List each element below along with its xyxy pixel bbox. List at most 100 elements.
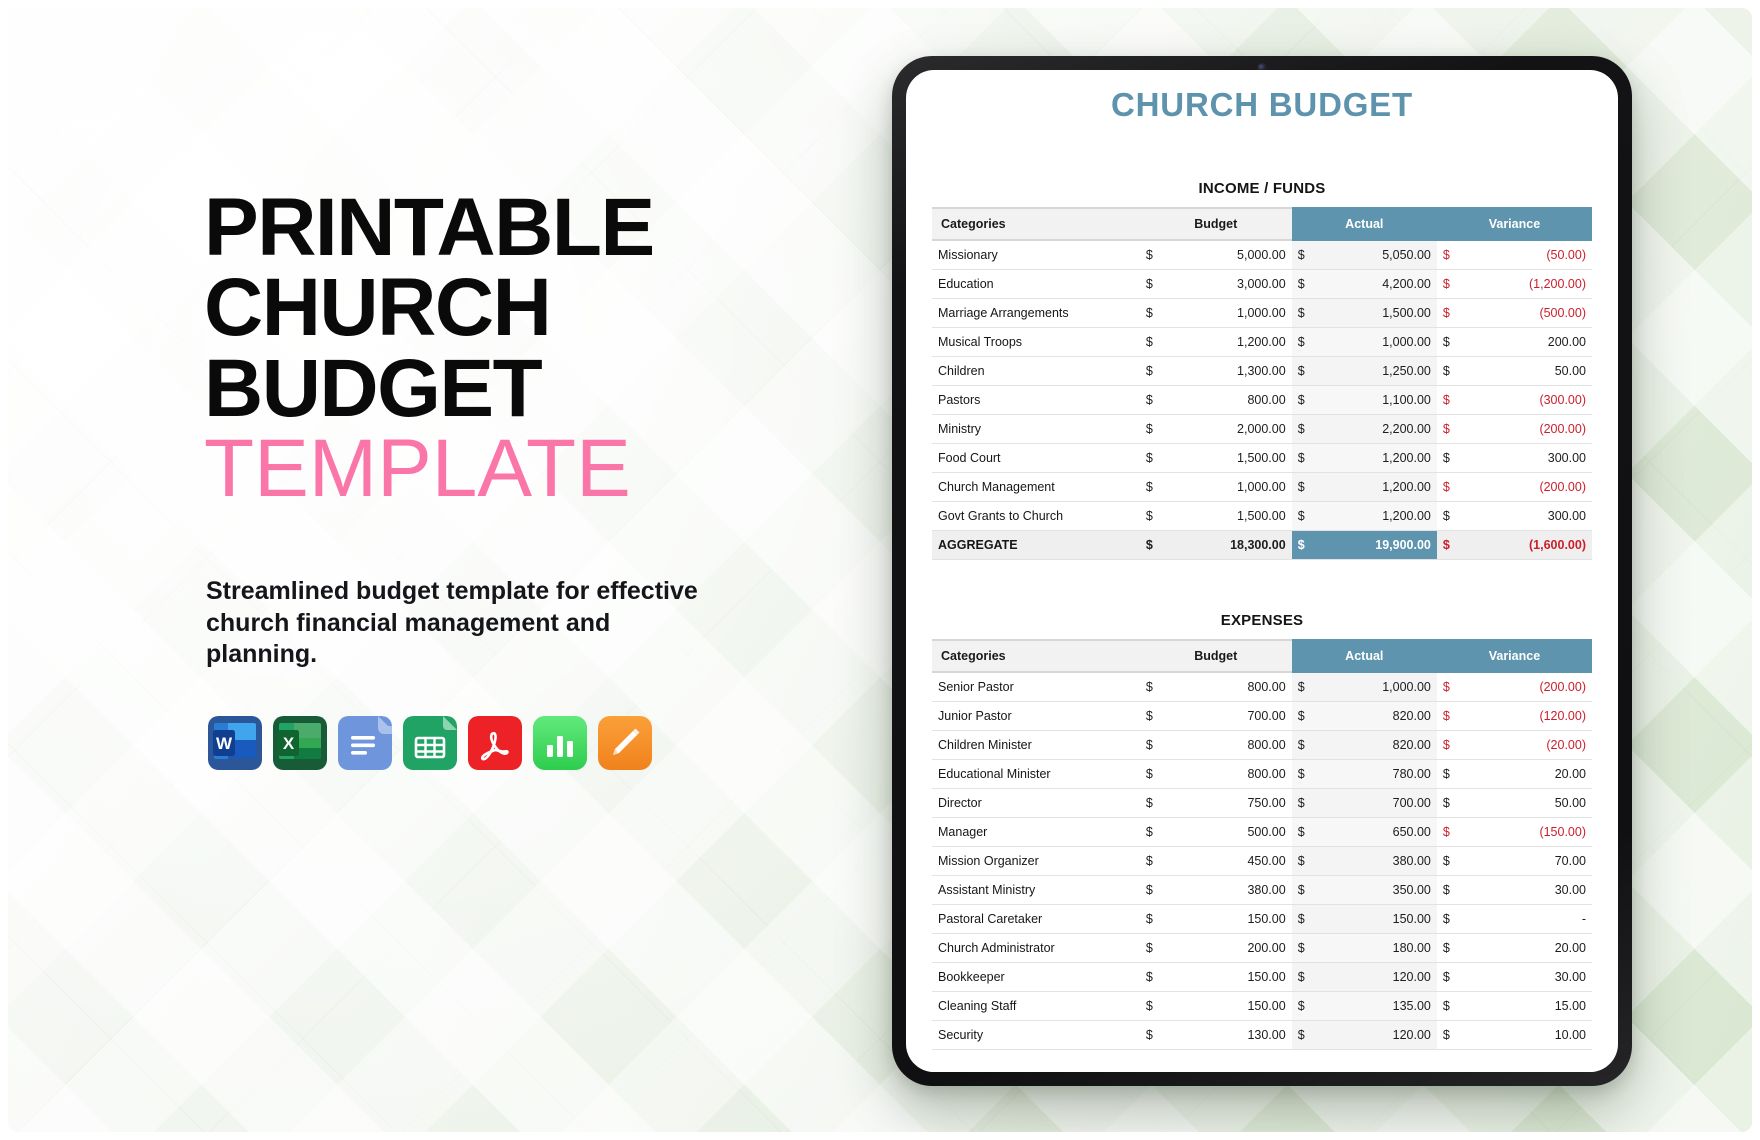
column-header-variance[interactable]: Variance xyxy=(1436,639,1592,673)
cell-budget-symbol[interactable]: $ xyxy=(1139,875,1173,905)
cell-variance-symbol[interactable]: $ xyxy=(1436,759,1470,789)
cell-budget-symbol[interactable]: $ xyxy=(1139,530,1173,560)
cell-category[interactable]: Pastoral Caretaker xyxy=(932,904,1140,934)
cell-variance-symbol[interactable]: $ xyxy=(1436,933,1470,963)
cell-budget-symbol[interactable]: $ xyxy=(1139,759,1173,789)
cell-variance-symbol[interactable]: $ xyxy=(1436,904,1470,934)
cell-actual-value[interactable]: 820.00 xyxy=(1324,730,1437,760)
cell-actual-symbol[interactable]: $ xyxy=(1291,385,1325,415)
cell-variance-value[interactable]: (1,200.00) xyxy=(1469,269,1592,299)
cell-budget-value[interactable]: 1,500.00 xyxy=(1172,443,1292,473)
cell-variance-value[interactable]: (1,600.00) xyxy=(1469,530,1592,560)
cell-budget-symbol[interactable]: $ xyxy=(1139,904,1173,934)
cell-actual-symbol[interactable]: $ xyxy=(1291,672,1325,702)
cell-category[interactable]: Bookkeeper xyxy=(932,962,1140,992)
cell-actual-symbol[interactable]: $ xyxy=(1291,356,1325,386)
cell-variance-value[interactable]: 30.00 xyxy=(1469,875,1592,905)
cell-budget-value[interactable]: 800.00 xyxy=(1172,672,1292,702)
google-docs-icon[interactable] xyxy=(338,716,392,770)
cell-budget-value[interactable]: 150.00 xyxy=(1172,962,1292,992)
cell-variance-symbol[interactable]: $ xyxy=(1436,701,1470,731)
cell-budget-value[interactable]: 18,300.00 xyxy=(1172,530,1292,560)
cell-budget-symbol[interactable]: $ xyxy=(1139,672,1173,702)
cell-budget-symbol[interactable]: $ xyxy=(1139,730,1173,760)
cell-category[interactable]: Education xyxy=(932,269,1140,299)
cell-budget-value[interactable]: 2,000.00 xyxy=(1172,414,1292,444)
cell-variance-value[interactable]: (120.00) xyxy=(1469,701,1592,731)
cell-actual-symbol[interactable]: $ xyxy=(1291,1020,1325,1050)
cell-variance-symbol[interactable]: $ xyxy=(1436,501,1470,531)
cell-variance-symbol[interactable]: $ xyxy=(1436,530,1470,560)
cell-category[interactable]: Senior Pastor xyxy=(932,672,1140,702)
cell-budget-symbol[interactable]: $ xyxy=(1139,1020,1173,1050)
cell-variance-value[interactable]: 10.00 xyxy=(1469,1020,1592,1050)
cell-variance-value[interactable]: 300.00 xyxy=(1469,443,1592,473)
cell-actual-symbol[interactable]: $ xyxy=(1291,904,1325,934)
cell-actual-symbol[interactable]: $ xyxy=(1291,472,1325,502)
cell-actual-symbol[interactable]: $ xyxy=(1291,991,1325,1021)
cell-budget-value[interactable]: 800.00 xyxy=(1172,759,1292,789)
cell-variance-symbol[interactable]: $ xyxy=(1436,817,1470,847)
cell-actual-symbol[interactable]: $ xyxy=(1291,817,1325,847)
cell-actual-symbol[interactable]: $ xyxy=(1291,327,1325,357)
cell-budget-value[interactable]: 800.00 xyxy=(1172,385,1292,415)
cell-variance-symbol[interactable]: $ xyxy=(1436,788,1470,818)
cell-variance-value[interactable]: (200.00) xyxy=(1469,414,1592,444)
column-header-actual[interactable]: Actual xyxy=(1291,207,1437,241)
cell-budget-value[interactable]: 200.00 xyxy=(1172,933,1292,963)
cell-actual-value[interactable]: 180.00 xyxy=(1324,933,1437,963)
cell-budget-symbol[interactable]: $ xyxy=(1139,701,1173,731)
cell-actual-value[interactable]: 350.00 xyxy=(1324,875,1437,905)
cell-variance-value[interactable]: (150.00) xyxy=(1469,817,1592,847)
cell-budget-symbol[interactable]: $ xyxy=(1139,817,1173,847)
cell-variance-value[interactable]: (500.00) xyxy=(1469,298,1592,328)
cell-actual-value[interactable]: 1,250.00 xyxy=(1324,356,1437,386)
cell-actual-value[interactable]: 5,050.00 xyxy=(1324,240,1437,270)
cell-budget-symbol[interactable]: $ xyxy=(1139,501,1173,531)
cell-variance-symbol[interactable]: $ xyxy=(1436,298,1470,328)
cell-category[interactable]: Missionary xyxy=(932,240,1140,270)
cell-variance-value[interactable]: - xyxy=(1469,904,1592,934)
cell-actual-value[interactable]: 135.00 xyxy=(1324,991,1437,1021)
cell-category[interactable]: Cleaning Staff xyxy=(932,991,1140,1021)
cell-category[interactable]: Govt Grants to Church xyxy=(932,501,1140,531)
word-icon[interactable]: W xyxy=(208,716,262,770)
cell-budget-symbol[interactable]: $ xyxy=(1139,472,1173,502)
cell-category[interactable]: Musical Troops xyxy=(932,327,1140,357)
cell-category[interactable]: Junior Pastor xyxy=(932,701,1140,731)
cell-variance-symbol[interactable]: $ xyxy=(1436,385,1470,415)
cell-actual-value[interactable]: 1,200.00 xyxy=(1324,472,1437,502)
cell-budget-value[interactable]: 1,000.00 xyxy=(1172,472,1292,502)
cell-budget-symbol[interactable]: $ xyxy=(1139,240,1173,270)
cell-actual-value[interactable]: 700.00 xyxy=(1324,788,1437,818)
cell-variance-symbol[interactable]: $ xyxy=(1436,472,1470,502)
cell-variance-symbol[interactable]: $ xyxy=(1436,240,1470,270)
apple-numbers-icon[interactable] xyxy=(533,716,587,770)
cell-variance-symbol[interactable]: $ xyxy=(1436,443,1470,473)
cell-variance-symbol[interactable]: $ xyxy=(1436,1020,1470,1050)
cell-category[interactable]: Marriage Arrangements xyxy=(932,298,1140,328)
cell-actual-symbol[interactable]: $ xyxy=(1291,530,1325,560)
cell-category[interactable]: Pastors xyxy=(932,385,1140,415)
cell-category[interactable]: Mission Organizer xyxy=(932,846,1140,876)
cell-variance-value[interactable]: (200.00) xyxy=(1469,472,1592,502)
cell-variance-value[interactable]: 300.00 xyxy=(1469,501,1592,531)
cell-budget-value[interactable]: 150.00 xyxy=(1172,991,1292,1021)
cell-variance-value[interactable]: (300.00) xyxy=(1469,385,1592,415)
cell-category[interactable]: Church Management xyxy=(932,472,1140,502)
cell-budget-value[interactable]: 130.00 xyxy=(1172,1020,1292,1050)
cell-budget-symbol[interactable]: $ xyxy=(1139,962,1173,992)
column-header-actual[interactable]: Actual xyxy=(1291,639,1437,673)
cell-category[interactable]: Manager xyxy=(932,817,1140,847)
cell-actual-symbol[interactable]: $ xyxy=(1291,298,1325,328)
cell-variance-value[interactable]: 20.00 xyxy=(1469,933,1592,963)
cell-budget-value[interactable]: 1,200.00 xyxy=(1172,327,1292,357)
cell-actual-symbol[interactable]: $ xyxy=(1291,240,1325,270)
cell-budget-value[interactable]: 1,500.00 xyxy=(1172,501,1292,531)
column-header-budget[interactable]: Budget xyxy=(1139,207,1292,241)
cell-variance-symbol[interactable]: $ xyxy=(1436,356,1470,386)
cell-variance-symbol[interactable]: $ xyxy=(1436,672,1470,702)
cell-category[interactable]: Children Minister xyxy=(932,730,1140,760)
google-sheets-icon[interactable] xyxy=(403,716,457,770)
pdf-icon[interactable] xyxy=(468,716,522,770)
